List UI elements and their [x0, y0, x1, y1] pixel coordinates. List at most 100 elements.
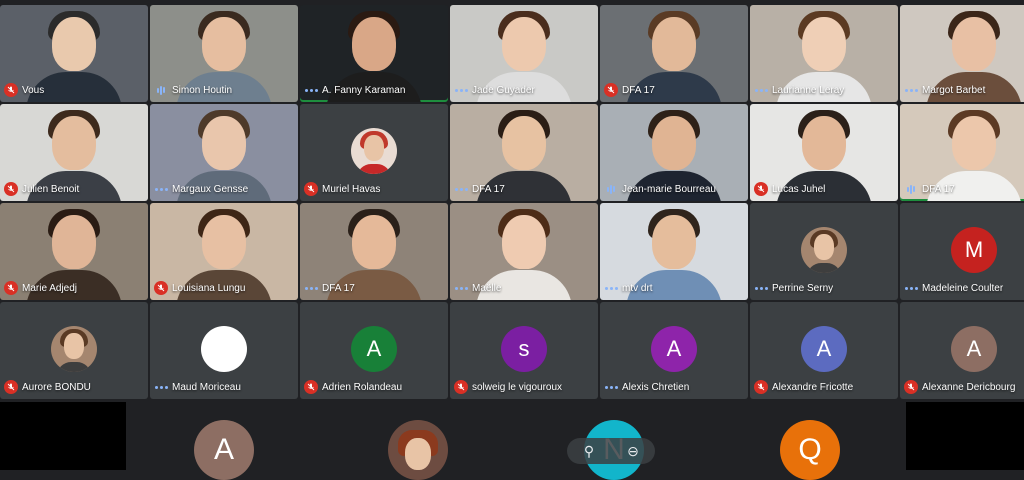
mic-off-icon: [154, 281, 168, 295]
audio-level-icon: [604, 286, 618, 290]
participant-label: Julien Benoit: [4, 181, 144, 197]
participant-video: [352, 17, 396, 71]
participant-tile[interactable]: Marie Adjedj: [0, 203, 148, 300]
bottom-avatar-q[interactable]: Q: [780, 420, 840, 480]
participant-tile[interactable]: DFA 17: [300, 203, 448, 300]
audio-level-icon: [304, 88, 318, 92]
audio-level-icon: [154, 85, 168, 95]
participant-tile[interactable]: Maud Moriceau: [150, 302, 298, 399]
pin-icon[interactable]: ⚲: [580, 443, 598, 460]
participant-label: Laurianne Leray: [754, 82, 894, 98]
mic-off-icon: [904, 380, 918, 394]
participant-tile[interactable]: Simon Houtin: [150, 5, 298, 102]
audio-level-icon: [604, 184, 618, 194]
participant-tile[interactable]: Jean-marie Bourreau: [600, 104, 748, 201]
participant-tile[interactable]: Muriel Havas: [300, 104, 448, 201]
participant-tile[interactable]: A Alexanne Dericbourg: [900, 302, 1024, 399]
participant-name: Louisiana Lungu: [172, 282, 246, 294]
participant-tile[interactable]: DFA 17: [600, 5, 748, 102]
participant-avatar: [801, 227, 847, 273]
participant-label: Muriel Havas: [304, 181, 444, 197]
participant-tile[interactable]: DFA 17: [900, 104, 1024, 201]
participant-label: A. Fanny Karaman: [304, 82, 444, 98]
mic-off-icon: [754, 182, 768, 196]
participant-avatar: [364, 135, 384, 161]
participant-name: Julien Benoit: [22, 183, 80, 195]
participant-tile[interactable]: M Madeleine Coulter: [900, 203, 1024, 300]
participant-name: DFA 17: [922, 183, 955, 195]
pin-controls[interactable]: ⚲ ⊖: [567, 438, 655, 464]
participant-tile[interactable]: mtv drt: [600, 203, 748, 300]
participant-tile[interactable]: Julien Benoit: [0, 104, 148, 201]
participant-video: [352, 215, 396, 269]
participant-tile[interactable]: Vous: [0, 5, 148, 102]
bottom-filler-right: [906, 402, 1024, 470]
participant-tile[interactable]: DFA 17: [450, 104, 598, 201]
participant-tile[interactable]: Perrine Serny: [750, 203, 898, 300]
participant-name: Vous: [22, 84, 45, 96]
bottom-avatar-photo[interactable]: [388, 420, 448, 480]
participant-tile[interactable]: A Alexandre Fricotte: [750, 302, 898, 399]
participant-name: Aurore BONDU: [22, 381, 91, 393]
participant-name: Maud Moriceau: [172, 381, 241, 393]
participant-tile[interactable]: Maëlle: [450, 203, 598, 300]
participant-name: Alexanne Dericbourg: [922, 381, 1016, 393]
audio-level-icon: [454, 286, 468, 290]
participant-tile[interactable]: Laurianne Leray: [750, 5, 898, 102]
participant-video: [502, 17, 546, 71]
participant-tile[interactable]: A Adrien Rolandeau: [300, 302, 448, 399]
participant-label: solweig le vigouroux: [454, 379, 594, 395]
audio-level-icon: [754, 88, 768, 92]
participant-avatar: [51, 326, 97, 372]
participant-tile[interactable]: Louisiana Lungu: [150, 203, 298, 300]
participant-tile[interactable]: s solweig le vigouroux: [450, 302, 598, 399]
participant-tile[interactable]: A Alexis Chretien: [600, 302, 748, 399]
participant-label: Marie Adjedj: [4, 280, 144, 296]
participant-name: Maëlle: [472, 282, 502, 294]
participant-name: Marie Adjedj: [22, 282, 78, 294]
bottom-filler-left: [0, 402, 126, 470]
bottom-avatar-a[interactable]: A: [194, 420, 254, 480]
participant-tile[interactable]: Jade Guyader: [450, 5, 598, 102]
audio-level-icon: [454, 88, 468, 92]
participant-label: Vous: [4, 82, 144, 98]
audio-level-icon: [754, 286, 768, 290]
participant-tile[interactable]: Aurore BONDU: [0, 302, 148, 399]
mic-off-icon: [4, 182, 18, 196]
participant-video: [652, 215, 696, 269]
participant-video: [802, 116, 846, 170]
participant-tile[interactable]: Margaux Gensse: [150, 104, 298, 201]
participant-avatar: A: [801, 326, 847, 372]
audio-level-icon: [154, 385, 168, 389]
participant-video: [652, 17, 696, 71]
participant-name: DFA 17: [472, 183, 505, 195]
participant-label: Perrine Serny: [754, 280, 894, 296]
audio-level-icon: [604, 385, 618, 389]
mic-off-icon: [4, 380, 18, 394]
mic-off-icon: [304, 380, 318, 394]
participant-label: Margot Barbet: [904, 82, 1024, 98]
participant-name: Jade Guyader: [472, 84, 535, 96]
participant-avatar: [814, 234, 834, 260]
participant-name: DFA 17: [322, 282, 355, 294]
mic-off-icon: [454, 380, 468, 394]
participant-video: [502, 116, 546, 170]
participant-tile[interactable]: Margot Barbet: [900, 5, 1024, 102]
participant-label: DFA 17: [454, 181, 594, 197]
participant-avatar: s: [501, 326, 547, 372]
participant-video: [802, 17, 846, 71]
audio-level-icon: [904, 88, 918, 92]
participant-tile[interactable]: Lucas Juhel: [750, 104, 898, 201]
participant-label: Lucas Juhel: [754, 181, 894, 197]
participant-video: [202, 116, 246, 170]
participant-tile[interactable]: A. Fanny Karaman: [300, 5, 448, 102]
more-icon[interactable]: ⊖: [624, 443, 642, 460]
participant-label: Adrien Rolandeau: [304, 379, 444, 395]
participant-name: Margot Barbet: [922, 84, 986, 96]
participant-label: mtv drt: [604, 280, 744, 296]
audio-level-icon: [154, 187, 168, 191]
participant-name: Muriel Havas: [322, 183, 381, 195]
participant-avatar: [57, 362, 91, 372]
participant-video: [502, 215, 546, 269]
participant-label: Jade Guyader: [454, 82, 594, 98]
